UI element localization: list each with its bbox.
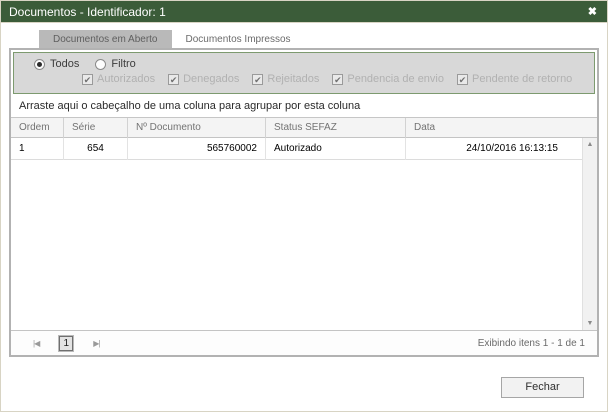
radio-filtro-label: Filtro (111, 58, 136, 70)
checkbox-autorizados[interactable]: ✔ Autorizados (82, 73, 155, 85)
filter-panel: Todos Filtro ✔ Autorizados ✔ Denegados ✔ (13, 52, 595, 94)
col-header-status-sefaz[interactable]: Status SEFAZ (266, 117, 406, 138)
scroll-up-icon[interactable]: ▲ (583, 141, 597, 148)
cell-no-documento: 565760002 (128, 138, 266, 160)
cell-status-sefaz: Autorizado (266, 138, 406, 160)
checkbox-label: Autorizados (97, 73, 156, 85)
checkbox-label: Denegados (183, 73, 240, 85)
page-number-button[interactable]: 1 (58, 334, 75, 352)
radio-todos-label: Todos (50, 58, 80, 70)
col-header-data[interactable]: Data (406, 118, 597, 138)
fechar-button[interactable]: Fechar (501, 377, 584, 398)
checkbox-label: Rejeitados (267, 73, 320, 85)
pager-bar: |◀ 1 ▶| Exibindo itens 1 - 1 de 1 (11, 330, 597, 355)
close-icon[interactable]: ✖ (578, 5, 607, 18)
tab-strip: Documentos em Aberto Documentos Impresso… (39, 30, 305, 48)
radio-todos[interactable]: Todos (34, 58, 79, 70)
group-by-drop-zone[interactable]: Arraste aqui o cabeçalho de uma coluna p… (11, 96, 597, 118)
col-header-no-documento[interactable]: Nº Documento (128, 117, 266, 138)
pager-status: Exibindo itens 1 - 1 de 1 (477, 337, 585, 349)
radio-filtro-icon (95, 58, 107, 70)
filter-checkbox-row: ✔ Autorizados ✔ Denegados ✔ Rejeitados ✔… (34, 73, 594, 85)
checkbox-label: Pendencia de envio (347, 73, 444, 85)
checkbox-pendencia-de-envio[interactable]: ✔ Pendencia de envio (332, 73, 444, 85)
tab-documentos-impressos[interactable]: Documentos Impressos (171, 30, 305, 48)
checkbox-denegados[interactable]: ✔ Denegados (168, 73, 239, 85)
content-frame: Todos Filtro ✔ Autorizados ✔ Denegados ✔ (9, 48, 599, 357)
filter-radio-row: Todos Filtro (34, 58, 594, 70)
cell-serie: 654 (64, 138, 128, 160)
table-row[interactable]: 1 654 565760002 Autorizado 24/10/2016 16… (11, 138, 582, 160)
checkbox-checked-icon: ✔ (332, 73, 344, 85)
scroll-down-icon[interactable]: ▼ (583, 320, 597, 327)
documents-dialog: Documentos - Identificador: 1 ✖ Document… (0, 0, 608, 412)
last-page-icon[interactable]: ▶| (93, 339, 100, 348)
checkbox-checked-icon: ✔ (82, 73, 93, 85)
checkbox-rejeitados[interactable]: ✔ Rejeitados (252, 73, 319, 85)
cell-data: 24/10/2016 16:13:15 (466, 142, 558, 154)
dialog-title: Documentos - Identificador: 1 (9, 4, 166, 19)
checkbox-pendente-de-retorno[interactable]: ✔ Pendente de retorno (457, 73, 572, 85)
radio-filtro[interactable]: Filtro (95, 58, 136, 70)
checkbox-checked-icon: ✔ (252, 73, 264, 85)
col-header-serie[interactable]: Série (64, 117, 128, 138)
checkbox-checked-icon: ✔ (457, 73, 468, 85)
title-bar: Documentos - Identificador: 1 ✖ (1, 1, 607, 23)
grid-body: 1 654 565760002 Autorizado 24/10/2016 16… (11, 138, 597, 330)
checkbox-checked-icon: ✔ (168, 73, 180, 85)
col-header-ordem[interactable]: Ordem (11, 117, 64, 138)
first-page-icon[interactable]: |◀ (33, 339, 40, 348)
radio-todos-icon (34, 58, 45, 70)
tab-documentos-em-aberto[interactable]: Documentos em Aberto (39, 30, 172, 48)
grid-header: Ordem Série Nº Documento Status SEFAZ Da… (11, 117, 597, 138)
vertical-scrollbar[interactable]: ▲ ▼ (582, 138, 597, 330)
cell-ordem: 1 (11, 138, 64, 160)
checkbox-label: Pendente de retorno (472, 73, 573, 85)
